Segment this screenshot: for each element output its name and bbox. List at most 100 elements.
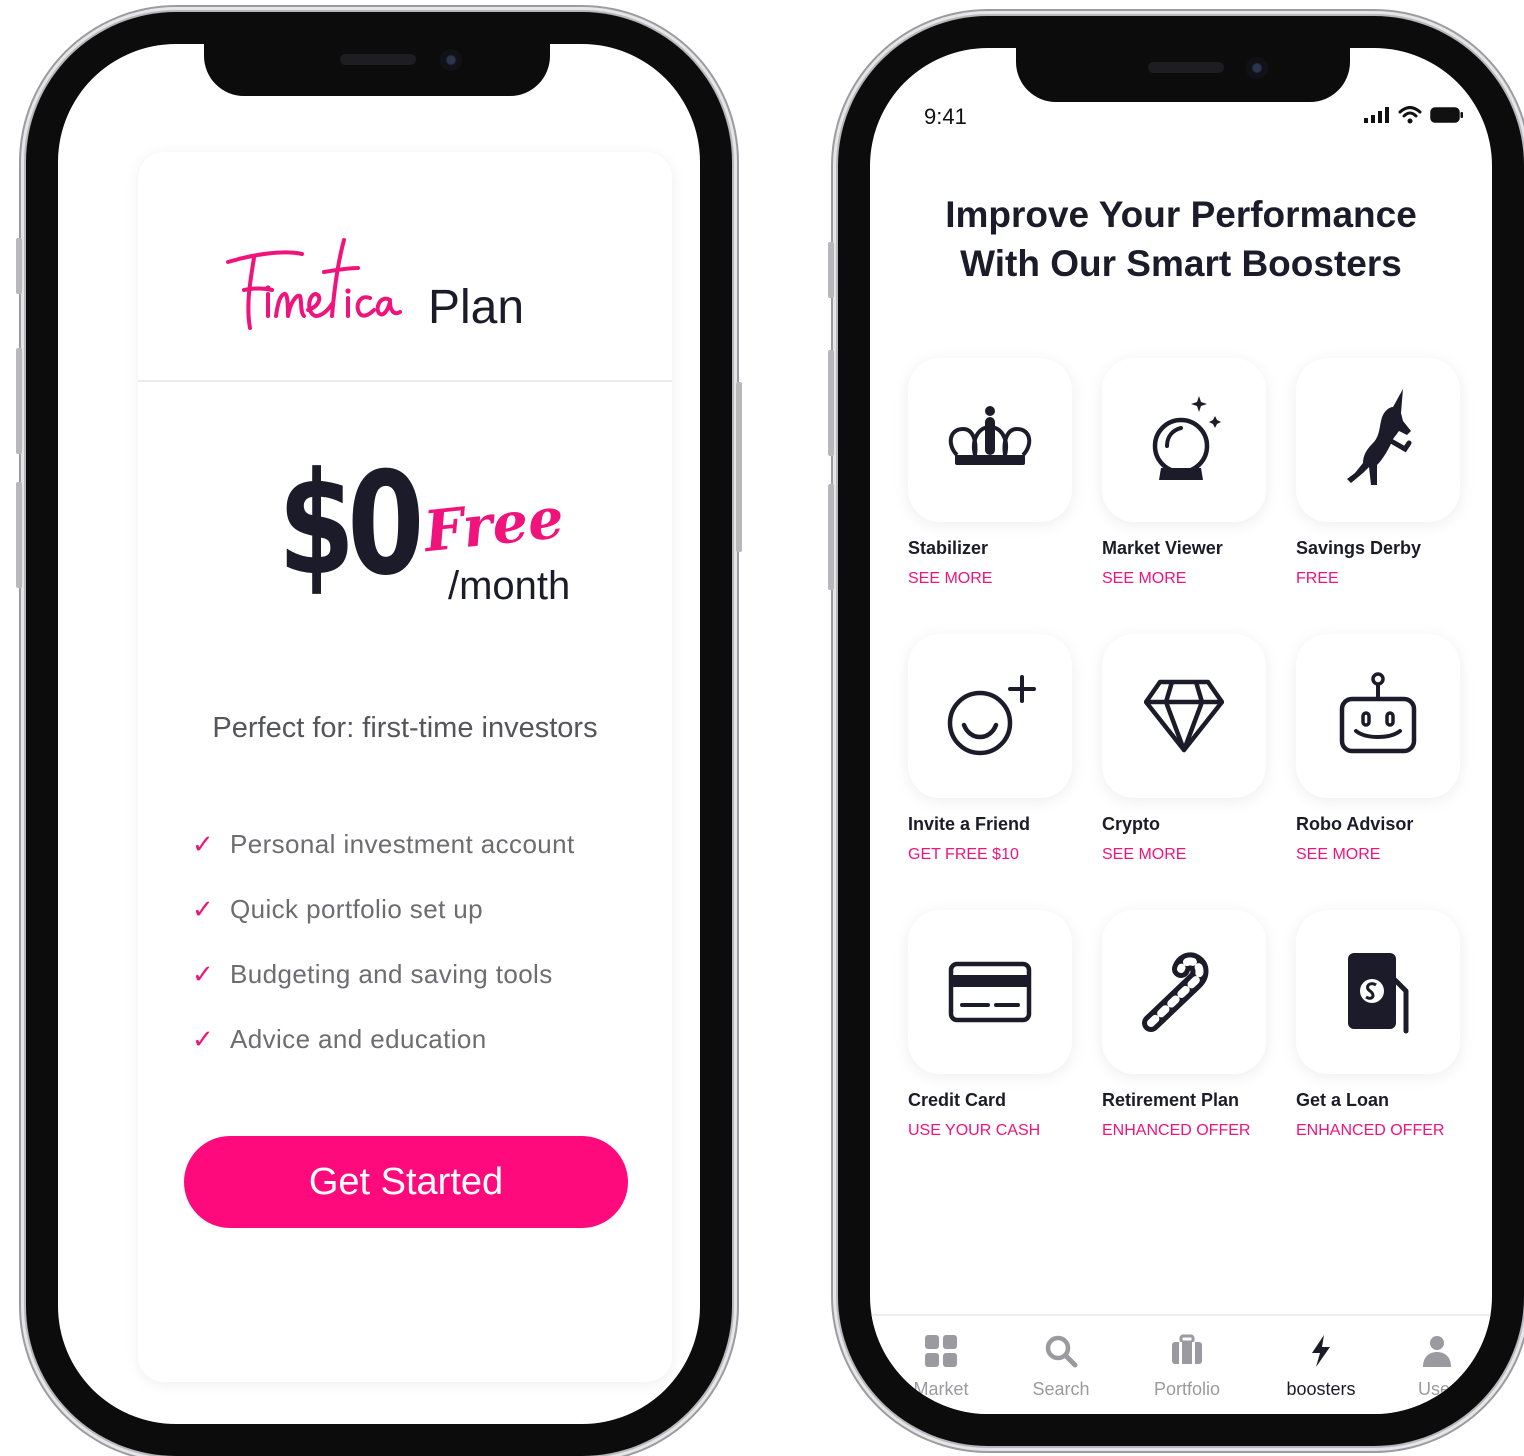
booster-icon-box bbox=[1102, 358, 1266, 522]
feature-text: Advice and education bbox=[230, 1024, 487, 1054]
bottom-tab-bar: Market Search Portfolio boosters User bbox=[870, 1314, 1492, 1414]
feature-text: Budgeting and saving tools bbox=[230, 959, 553, 989]
booster-name: Crypto bbox=[1102, 814, 1160, 834]
booster-name: Stabilizer bbox=[908, 538, 989, 558]
feature-item: ✓ Advice and education bbox=[192, 1007, 575, 1072]
mute-switch bbox=[828, 242, 834, 298]
front-camera bbox=[440, 49, 462, 71]
finetica-logo-script bbox=[226, 238, 402, 330]
booster-tile-credit-card[interactable]: Credit Card USE YOUR CASH bbox=[908, 910, 1104, 1140]
booster-tile-robo-advisor[interactable]: Robo Advisor SEE MORE bbox=[1296, 634, 1492, 864]
booster-name: Robo Advisor bbox=[1296, 814, 1414, 834]
booster-icon-box bbox=[908, 634, 1072, 798]
booster-name: Savings Derby bbox=[1296, 538, 1422, 558]
wifi-icon bbox=[1398, 106, 1422, 124]
plan-screen: Plan $0 Free /month Perfect for: first-t… bbox=[58, 44, 700, 1424]
price-amount: $0 bbox=[278, 442, 424, 607]
volume-up-button bbox=[16, 348, 22, 454]
add-friend-icon bbox=[947, 675, 1036, 756]
checkmark-icon: ✓ bbox=[192, 894, 214, 924]
search-icon bbox=[1045, 1335, 1078, 1368]
headline-line-2: With Our Smart Boosters bbox=[960, 243, 1402, 284]
booster-name: Get a Loan bbox=[1296, 1090, 1390, 1110]
feature-text: Quick portfolio set up bbox=[230, 894, 484, 924]
booster-action-link[interactable]: GET FREE $10 bbox=[908, 846, 1104, 864]
tab-label: Portfolio bbox=[1153, 1379, 1221, 1399]
crown-icon bbox=[948, 406, 1032, 465]
booster-action-link[interactable]: FREE bbox=[1296, 570, 1492, 588]
booster-tile-stabilizer[interactable]: Stabilizer SEE MORE bbox=[908, 358, 1104, 588]
booster-tile-market-viewer[interactable]: Market Viewer SEE MORE bbox=[1102, 358, 1298, 588]
page-headline: Improve Your Performance With Our Smart … bbox=[870, 190, 1492, 288]
speaker-grille bbox=[340, 54, 416, 65]
phone-frame-right: 9:41 Improve Your Performance With Our S… bbox=[828, 16, 1524, 1446]
volume-down-button bbox=[828, 484, 834, 590]
candy-cane-icon bbox=[1142, 952, 1209, 1032]
booster-icon-box bbox=[1102, 634, 1266, 798]
feature-item: ✓ Personal investment account bbox=[192, 812, 575, 877]
tab-market[interactable]: Market bbox=[886, 1334, 996, 1400]
booster-name: Credit Card bbox=[908, 1090, 1007, 1110]
perfect-for-text: Perfect for: first-time investors bbox=[212, 712, 598, 744]
booster-action-link[interactable]: USE YOUR CASH bbox=[908, 1122, 1104, 1140]
tab-search[interactable]: Search bbox=[1006, 1334, 1116, 1400]
booster-name: Retirement Plan bbox=[1102, 1090, 1240, 1110]
booster-tile-savings-derby[interactable]: Savings Derby FREE bbox=[1296, 358, 1492, 588]
tab-boosters[interactable]: boosters bbox=[1266, 1334, 1376, 1400]
speaker-grille bbox=[1148, 62, 1224, 73]
checkmark-icon: ✓ bbox=[192, 959, 214, 989]
power-button bbox=[736, 382, 742, 552]
get-started-button[interactable]: Get Started bbox=[184, 1136, 628, 1228]
booster-action-link[interactable]: SEE MORE bbox=[1102, 570, 1298, 588]
plan-label: Plan bbox=[428, 281, 525, 334]
booster-action-link[interactable]: SEE MORE bbox=[908, 570, 1104, 588]
booster-tile-invite-friend[interactable]: Invite a Friend GET FREE $10 bbox=[908, 634, 1104, 864]
tab-label: Market bbox=[913, 1379, 969, 1399]
booster-action-link[interactable]: ENHANCED OFFER bbox=[1296, 1122, 1492, 1140]
booster-icon-box bbox=[1296, 358, 1460, 522]
user-icon bbox=[1423, 1336, 1451, 1367]
credit-card-icon bbox=[948, 961, 1032, 1023]
front-camera bbox=[1246, 57, 1268, 79]
booster-action-link[interactable]: ENHANCED OFFER bbox=[1102, 1122, 1298, 1140]
plan-card: Plan $0 Free /month Perfect for: first-t… bbox=[138, 152, 672, 1382]
cash-hand-icon bbox=[1348, 953, 1409, 1034]
robot-icon bbox=[1339, 672, 1417, 754]
booster-tile-get-loan[interactable]: Get a Loan ENHANCED OFFER bbox=[1296, 910, 1492, 1140]
signal-icon bbox=[1364, 107, 1389, 123]
booster-action-link[interactable]: SEE MORE bbox=[1102, 846, 1298, 864]
lightning-icon bbox=[1312, 1335, 1330, 1367]
price-period: /month bbox=[448, 564, 571, 608]
mute-switch bbox=[16, 238, 22, 294]
feature-item: ✓ Quick portfolio set up bbox=[192, 877, 575, 942]
checkmark-icon: ✓ bbox=[192, 1024, 214, 1054]
diamond-icon bbox=[1144, 679, 1224, 753]
notch bbox=[1016, 16, 1350, 102]
status-icons bbox=[1364, 106, 1464, 124]
volume-down-button bbox=[16, 482, 22, 588]
feature-item: ✓ Budgeting and saving tools bbox=[192, 942, 575, 1007]
booster-action-link[interactable]: SEE MORE bbox=[1296, 846, 1492, 864]
unicorn-icon bbox=[1347, 389, 1412, 485]
feature-text: Personal investment account bbox=[230, 829, 575, 859]
finetica-logo bbox=[224, 232, 404, 342]
headline-line-1: Improve Your Performance bbox=[945, 194, 1417, 235]
booster-tile-retirement-plan[interactable]: Retirement Plan ENHANCED OFFER bbox=[1102, 910, 1298, 1140]
briefcase-icon bbox=[1172, 1334, 1202, 1364]
tab-portfolio[interactable]: Portfolio bbox=[1132, 1334, 1242, 1400]
tab-label: boosters bbox=[1286, 1379, 1356, 1399]
notch bbox=[204, 12, 550, 96]
booster-icon-box bbox=[1296, 910, 1460, 1074]
tab-user[interactable]: User bbox=[1382, 1334, 1492, 1400]
booster-name: Invite a Friend bbox=[908, 814, 1031, 834]
booster-icon-box bbox=[908, 358, 1072, 522]
booster-name: Market Viewer bbox=[1102, 538, 1223, 558]
price-free-tag: Free bbox=[420, 484, 567, 566]
feature-list: ✓ Personal investment account ✓ Quick po… bbox=[192, 812, 575, 1072]
boosters-screen: 9:41 Improve Your Performance With Our S… bbox=[870, 48, 1492, 1414]
battery-icon bbox=[1430, 107, 1463, 123]
booster-icon-box bbox=[908, 910, 1072, 1074]
booster-tile-crypto[interactable]: Crypto SEE MORE bbox=[1102, 634, 1298, 864]
tab-label: User bbox=[1417, 1379, 1456, 1399]
status-time: 9:41 bbox=[924, 104, 967, 129]
